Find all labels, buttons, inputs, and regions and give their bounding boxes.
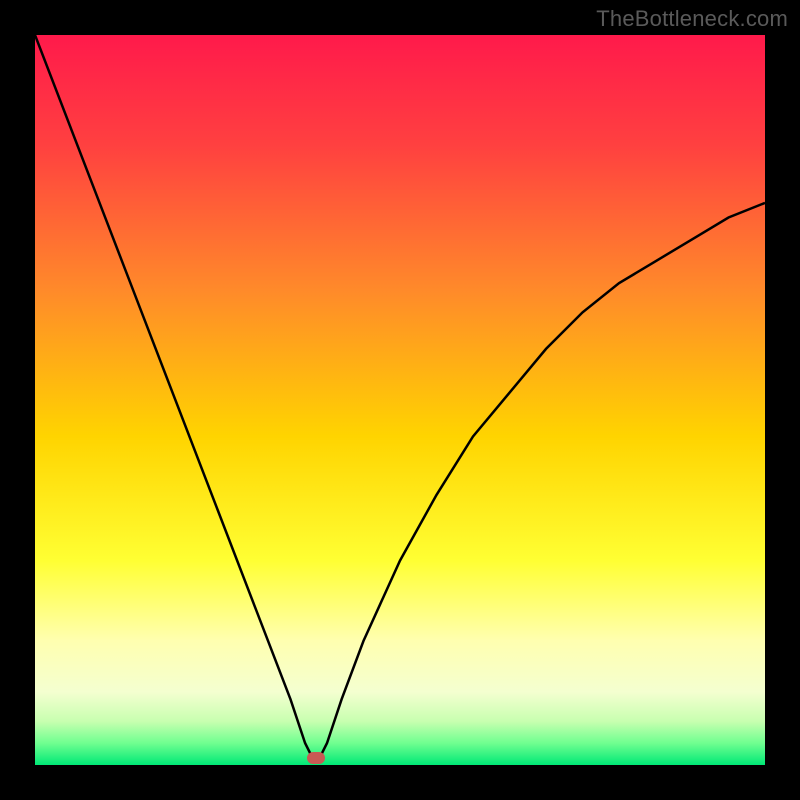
- watermark-text: TheBottleneck.com: [596, 6, 788, 32]
- bottleneck-curve: [35, 35, 765, 765]
- chart-frame: TheBottleneck.com: [0, 0, 800, 800]
- plot-area: [35, 35, 765, 765]
- optimal-point-marker: [307, 752, 325, 764]
